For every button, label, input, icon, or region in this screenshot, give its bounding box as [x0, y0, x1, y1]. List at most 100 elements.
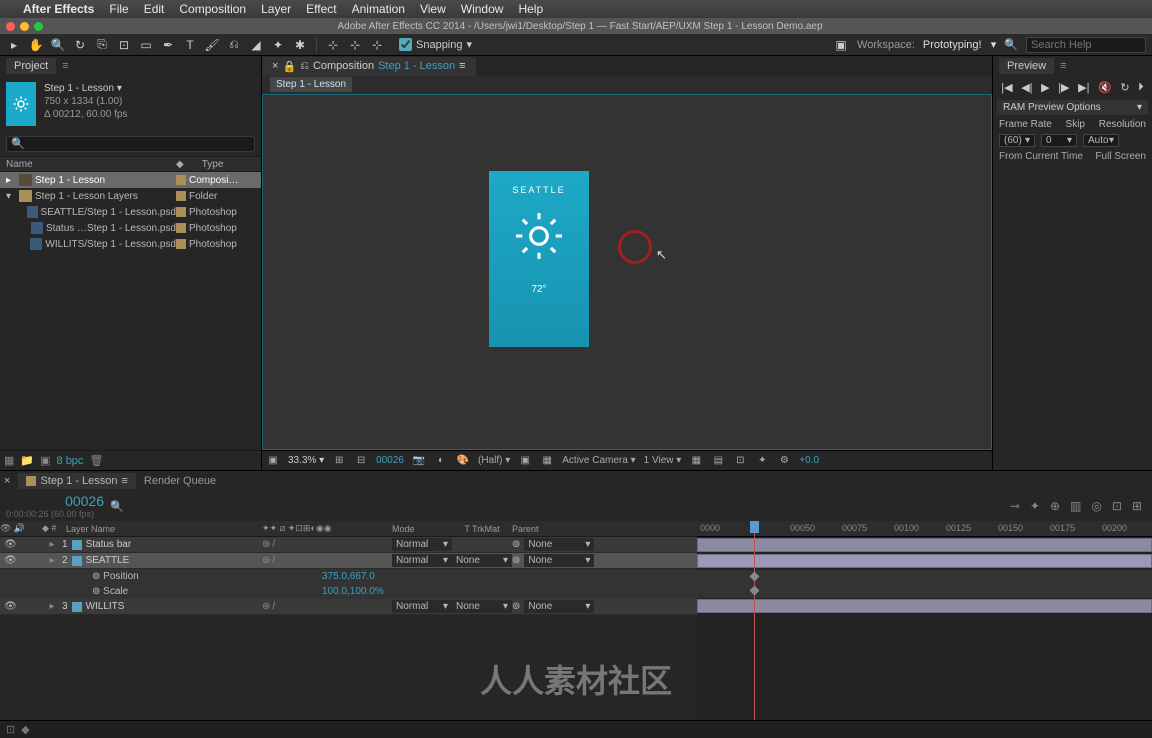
skip-dropdown[interactable]: 0▾	[1041, 134, 1077, 147]
last-frame-icon[interactable]: ▶|	[1078, 81, 1089, 94]
text-tool-icon[interactable]: T	[182, 37, 198, 53]
project-item[interactable]: WILLITS/Step 1 - Lesson.psdPhotoshop	[0, 236, 261, 252]
close-tab-icon[interactable]: ×	[272, 60, 278, 72]
parent-dropdown[interactable]: None ▾	[524, 538, 594, 551]
column-type[interactable]: Type	[184, 159, 224, 170]
menu-layer[interactable]: Layer	[261, 2, 291, 16]
camera-tool-icon[interactable]: ⎘	[94, 37, 110, 53]
transparency-icon[interactable]: ▦	[540, 455, 554, 466]
project-item[interactable]: Status …Step 1 - Lesson.psdPhotoshop	[0, 220, 261, 236]
project-thumbnail[interactable]	[6, 82, 36, 126]
twirl-icon[interactable]: ▸	[49, 601, 54, 612]
property-value[interactable]: 375.0,667.0	[262, 571, 375, 582]
property-row[interactable]: ⊚ Position375.0,667.0	[0, 569, 697, 584]
twirl-icon[interactable]: ▸	[6, 175, 16, 186]
tab-menu-icon[interactable]: ≡	[459, 60, 465, 72]
gear-icon[interactable]: ⚙	[777, 455, 791, 466]
hand-tool-icon[interactable]: ✋	[28, 37, 44, 53]
search-help-input[interactable]	[1026, 37, 1146, 53]
resolution-dropdown[interactable]: Auto▾	[1083, 134, 1119, 147]
time-display[interactable]: 00026 0:00:00:26 (60.00 fps)	[0, 491, 110, 521]
comp-tab[interactable]: × 🔒 ⎌ Composition Step 1 - Lesson ≡	[262, 57, 476, 76]
status-icon-2[interactable]: ◆	[21, 723, 29, 736]
mode-dropdown[interactable]: Normal ▾	[392, 600, 452, 613]
resolution-dropdown[interactable]: (Half) ▾	[478, 455, 510, 466]
next-frame-icon[interactable]: |▶	[1058, 81, 1069, 94]
layer-swatch[interactable]	[72, 602, 82, 612]
tl-icon-2[interactable]: ✦	[1030, 499, 1040, 513]
rect-tool-icon[interactable]: ▭	[138, 37, 154, 53]
framerate-dropdown[interactable]: (60)▾	[999, 134, 1035, 147]
menu-window[interactable]: Window	[461, 2, 504, 16]
snapping-checkbox[interactable]	[399, 38, 412, 51]
tl-icon-1[interactable]: ⊸	[1010, 499, 1020, 513]
label-swatch[interactable]	[176, 239, 186, 249]
grid-icon[interactable]: ⊟	[354, 455, 368, 466]
mute-icon[interactable]: 🔇	[1098, 81, 1112, 94]
trash-icon[interactable]: 🗑	[89, 454, 103, 467]
switch-icon[interactable]: /	[272, 539, 275, 550]
pickwhip-icon[interactable]: ⊚	[512, 555, 520, 566]
play-icon[interactable]: ▶	[1041, 81, 1049, 94]
visibility-icon[interactable]: 👁	[4, 601, 17, 612]
project-list[interactable]: ▸Step 1 - LessonComposi…▾Step 1 - Lesson…	[0, 172, 261, 450]
menu-animation[interactable]: Animation	[352, 2, 405, 16]
tl-icon-3[interactable]: ⊕	[1050, 499, 1060, 513]
snapshot-icon[interactable]: 📷	[412, 455, 426, 466]
visibility-icon[interactable]: 👁	[4, 555, 17, 566]
timeline-tab[interactable]: Step 1 - Lesson ≡	[18, 473, 135, 489]
menu-effect[interactable]: Effect	[306, 2, 336, 16]
selection-tool-icon[interactable]: ▸	[6, 37, 22, 53]
label-swatch[interactable]	[176, 223, 186, 233]
brush-tool-icon[interactable]: 🖌	[204, 37, 220, 53]
layer-swatch[interactable]	[72, 540, 82, 550]
color-icon[interactable]: 🎨	[456, 455, 470, 466]
parent-dropdown[interactable]: None ▾	[524, 600, 594, 613]
first-frame-icon[interactable]: |◀	[1001, 81, 1012, 94]
tl-icon-5[interactable]: ◎	[1091, 499, 1101, 513]
project-item[interactable]: SEATTLE/Step 1 - Lesson.psdPhotoshop	[0, 204, 261, 220]
switch-icon[interactable]: ⊕	[262, 539, 270, 550]
timeline-layer-row[interactable]: 👁▸1Status bar⊕ /Normal ▾⊚None ▾	[0, 537, 697, 553]
camera-dropdown[interactable]: Active Camera ▾	[562, 455, 635, 466]
project-item[interactable]: ▾Step 1 - Lesson LayersFolder	[0, 188, 261, 204]
tab-menu-icon[interactable]: ≡	[122, 475, 128, 487]
layer-bar-3[interactable]	[697, 599, 1152, 613]
label-swatch[interactable]	[176, 207, 186, 217]
layer-bar-2[interactable]	[697, 554, 1152, 568]
mode-dropdown[interactable]: Normal ▾	[392, 554, 452, 567]
status-icon-1[interactable]: ⊡	[6, 723, 15, 736]
layer-bar-1[interactable]	[697, 538, 1152, 552]
new-comp-icon[interactable]: ▣	[40, 454, 50, 467]
from-current-label[interactable]: From Current Time	[999, 151, 1083, 162]
lock-icon[interactable]: 🔒	[282, 60, 296, 73]
switch-icon[interactable]: /	[272, 601, 275, 612]
mode-dropdown[interactable]: Normal ▾	[392, 538, 452, 551]
project-item[interactable]: ▸Step 1 - LessonComposi…	[0, 172, 261, 188]
tl-icon-6[interactable]: ⊡	[1112, 499, 1122, 513]
exposure-value[interactable]: +0.0	[799, 455, 819, 466]
3d-icon[interactable]: ✦	[755, 455, 769, 466]
menu-edit[interactable]: Edit	[144, 2, 165, 16]
menu-help[interactable]: Help	[518, 2, 543, 16]
snapping-toggle[interactable]: Snapping ▾	[399, 38, 472, 51]
menu-file[interactable]: File	[109, 2, 128, 16]
panel-menu-icon[interactable]: ≡	[1060, 60, 1066, 72]
tl-icon-7[interactable]: ⊞	[1132, 499, 1142, 513]
label-swatch[interactable]	[176, 175, 186, 185]
zoom-tool-icon[interactable]: 🔍	[50, 37, 66, 53]
render-queue-tab[interactable]: Render Queue	[144, 475, 216, 487]
col-mode[interactable]: Mode	[392, 524, 452, 534]
roi-icon[interactable]: ▣	[518, 455, 532, 466]
switch-icon[interactable]: /	[272, 555, 275, 566]
column-name[interactable]: Name	[0, 159, 176, 170]
axis-icon-2[interactable]: ⊹	[347, 37, 363, 53]
pen-tool-icon[interactable]: ✒	[160, 37, 176, 53]
comp-breadcrumb[interactable]: Step 1 - Lesson	[270, 77, 352, 92]
timeline-layer-row[interactable]: 👁▸2SEATTLE⊕ /Normal ▾None ▾⊚None ▾	[0, 553, 697, 569]
pickwhip-icon[interactable]: ⊚	[512, 539, 520, 550]
twirl-icon[interactable]: ▸	[49, 555, 54, 566]
axis-icon-3[interactable]: ⊹	[369, 37, 385, 53]
project-search-input[interactable]	[6, 136, 255, 152]
puppet-tool-icon[interactable]: ✱	[292, 37, 308, 53]
